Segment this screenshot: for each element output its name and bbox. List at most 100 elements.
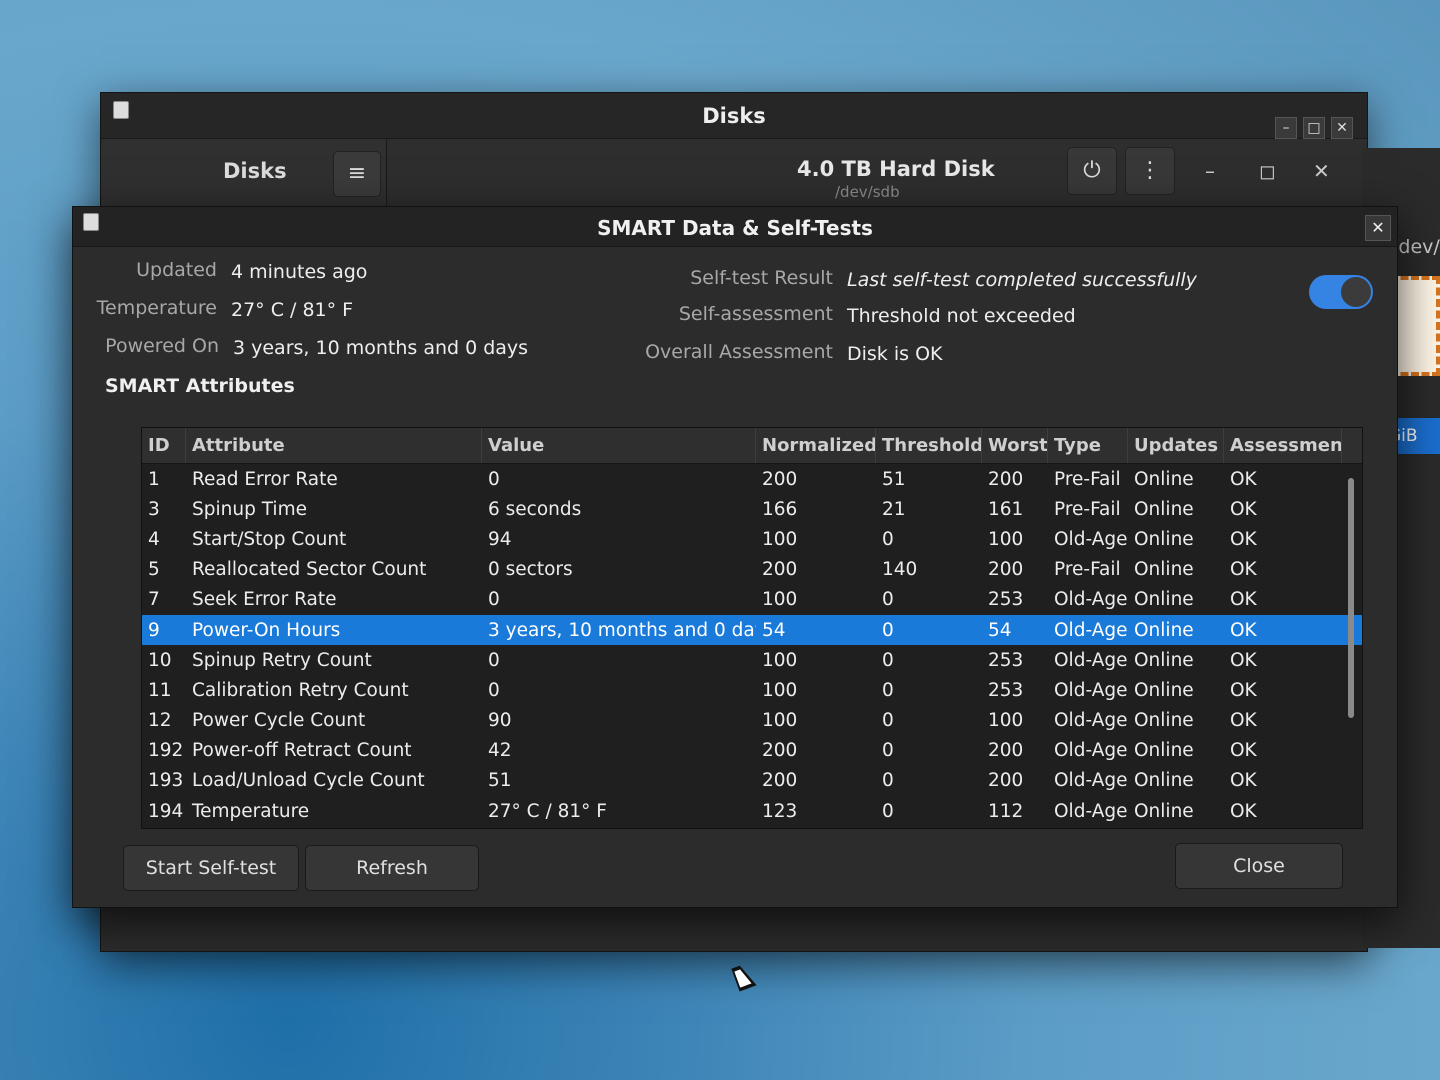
cell-id: 11: [148, 679, 172, 701]
cell-normalized: 166: [762, 498, 798, 520]
cell-id: 9: [148, 619, 160, 641]
cell-updates: Online: [1134, 468, 1194, 490]
cell-threshold: 51: [882, 468, 906, 490]
cell-worst: 100: [988, 528, 1024, 550]
cell-attribute: Spinup Time: [192, 498, 307, 520]
table-row[interactable]: 193 Load/Unload Cycle Count 51 200 0 200 Old-A…: [142, 766, 1362, 796]
cell-type: Pre-Fail: [1054, 468, 1121, 490]
cell-assessment: OK: [1230, 649, 1257, 671]
cell-updates: Online: [1134, 740, 1194, 762]
main-window-title: Disks: [702, 103, 766, 128]
cell-type: Pre-Fail: [1054, 559, 1121, 581]
more-options-icon[interactable]: ⋮: [1125, 147, 1175, 195]
cell-attribute: Spinup Retry Count: [192, 649, 372, 671]
cell-value: 0 sectors: [488, 559, 573, 581]
close-button[interactable]: Close: [1175, 843, 1343, 889]
power-icon[interactable]: ⏻: [1067, 147, 1117, 195]
cell-attribute: Temperature: [192, 800, 310, 822]
minimize-icon[interactable]: –: [1275, 117, 1297, 139]
cell-assessment: OK: [1230, 679, 1257, 701]
cell-id: 4: [148, 528, 160, 550]
cell-id: 194: [148, 800, 184, 822]
cell-attribute: Read Error Rate: [192, 468, 338, 490]
table-scrollbar[interactable]: [1348, 478, 1354, 718]
table-row[interactable]: 5 Reallocated Sector Count 0 sectors 200 140…: [142, 555, 1362, 585]
smart-attributes-table: ID Attribute Value Normalized Threshold …: [141, 427, 1363, 829]
cell-id: 193: [148, 770, 184, 792]
start-self-test-button[interactable]: Start Self-test: [123, 845, 299, 891]
smart-attributes-heading: SMART Attributes: [105, 375, 295, 397]
close-icon[interactable]: ✕: [1313, 159, 1330, 183]
cell-id: 12: [148, 710, 172, 732]
column-header-assessment[interactable]: Assessment: [1224, 428, 1342, 463]
cell-worst: 200: [988, 740, 1024, 762]
minimize-icon[interactable]: –: [1205, 159, 1215, 183]
cell-assessment: OK: [1230, 498, 1257, 520]
cell-id: 10: [148, 649, 172, 671]
maximize-icon[interactable]: □: [1303, 117, 1325, 139]
cell-worst: 253: [988, 649, 1024, 671]
cell-worst: 54: [988, 619, 1012, 641]
column-header-value[interactable]: Value: [482, 428, 756, 463]
close-icon[interactable]: ✕: [1331, 117, 1353, 139]
column-header-normalized[interactable]: Normalized: [756, 428, 876, 463]
toggle-knob: [1341, 277, 1371, 307]
smart-enable-toggle[interactable]: [1309, 275, 1373, 309]
column-header-worst[interactable]: Worst: [982, 428, 1048, 463]
sidebar-title: Disks: [223, 159, 287, 183]
table-row[interactable]: 194 Temperature 27° C / 81° F 123 0 112 Old-Ag…: [142, 796, 1362, 826]
cell-value: 51: [488, 770, 512, 792]
self-test-result-label: Self-test Result: [690, 267, 833, 289]
cell-worst: 112: [988, 800, 1024, 822]
close-icon[interactable]: ✕: [1365, 215, 1391, 241]
column-header-updates[interactable]: Updates: [1128, 428, 1224, 463]
cell-normalized: 100: [762, 649, 798, 671]
disks-app-icon: [113, 101, 129, 119]
cell-normalized: 200: [762, 770, 798, 792]
column-header-threshold[interactable]: Threshold: [876, 428, 982, 463]
table-header: ID Attribute Value Normalized Threshold …: [142, 428, 1362, 464]
table-row[interactable]: 11 Calibration Retry Count 0 100 0 253 Old-Age…: [142, 675, 1362, 705]
cell-worst: 100: [988, 710, 1024, 732]
cell-normalized: 100: [762, 679, 798, 701]
cell-normalized: 200: [762, 740, 798, 762]
table-row[interactable]: 192 Power-off Retract Count 42 200 0 200 Old-A…: [142, 736, 1362, 766]
cell-attribute: Start/Stop Count: [192, 528, 347, 550]
table-row[interactable]: 9 Power-On Hours 3 years, 10 months and 0 …: [142, 614, 1362, 646]
dialog-title: SMART Data & Self-Tests: [597, 216, 873, 240]
cell-updates: Online: [1134, 559, 1194, 581]
refresh-button[interactable]: Refresh: [305, 845, 479, 891]
column-header-type[interactable]: Type: [1048, 428, 1128, 463]
table-row[interactable]: 3 Spinup Time 6 seconds 166 21 161 Pre-Fail Onl…: [142, 494, 1362, 524]
table-row[interactable]: 1 Read Error Rate 0 200 51 200 Pre-Fail Online O…: [142, 464, 1362, 494]
column-header-attribute[interactable]: Attribute: [186, 428, 482, 463]
table-row[interactable]: 4 Start/Stop Count 94 100 0 100 Old-Age Online O…: [142, 524, 1362, 554]
updated-label: Updated: [136, 259, 217, 281]
cell-type: Old-Age: [1054, 679, 1128, 701]
cell-value: 0: [488, 679, 500, 701]
self-assessment-label: Self-assessment: [678, 303, 833, 325]
overall-assessment-label: Overall Assessment: [645, 341, 833, 363]
column-header-id[interactable]: ID: [142, 428, 186, 463]
cell-threshold: 0: [882, 740, 894, 762]
cell-id: 7: [148, 589, 160, 611]
cell-threshold: 140: [882, 559, 918, 581]
cell-assessment: OK: [1230, 740, 1257, 762]
maximize-icon[interactable]: ◻: [1259, 159, 1276, 183]
cell-updates: Online: [1134, 498, 1194, 520]
temperature-label: Temperature: [96, 297, 217, 319]
dialog-titlebar[interactable]: SMART Data & Self-Tests ✕: [73, 207, 1397, 247]
main-window-titlebar[interactable]: Disks – □ ✕: [101, 93, 1367, 139]
cell-value: 0: [488, 589, 500, 611]
cell-threshold: 0: [882, 710, 894, 732]
cell-updates: Online: [1134, 528, 1194, 550]
table-row[interactable]: 12 Power Cycle Count 90 100 0 100 Old-Age Onlin…: [142, 706, 1362, 736]
cell-type: Old-Age: [1054, 649, 1128, 671]
cell-id: 5: [148, 559, 160, 581]
table-row[interactable]: 10 Spinup Retry Count 0 100 0 253 Old-Age Onlin…: [142, 645, 1362, 675]
menu-icon[interactable]: ≡: [333, 151, 381, 197]
cell-type: Old-Age: [1054, 710, 1128, 732]
table-row[interactable]: 7 Seek Error Rate 0 100 0 253 Old-Age Online OK: [142, 585, 1362, 615]
cell-attribute: Load/Unload Cycle Count: [192, 770, 425, 792]
table-body: 1 Read Error Rate 0 200 51 200 Pre-Fail Online O…: [142, 464, 1362, 826]
